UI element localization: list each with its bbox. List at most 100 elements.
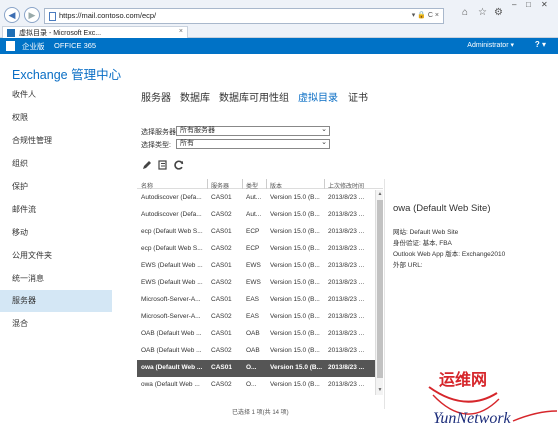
forward-arrow-icon: ▶: [28, 10, 36, 20]
url-text[interactable]: https://mail.contoso.com/ecp/: [59, 11, 156, 20]
details-owa-version: Outlook Web App 版本: Exchange2010: [393, 251, 506, 258]
column-separator: [207, 179, 208, 189]
table-row[interactable]: Microsoft-Server-A... CAS02 EAS Version 15.…: [137, 309, 375, 326]
refresh-icon[interactable]: [173, 159, 185, 171]
table-row[interactable]: owa (Default Web ... CAS02 O... Version 15.…: [137, 377, 375, 394]
cell-server: CAS01: [211, 364, 232, 371]
cell-version: Version 15.0 (B...: [270, 381, 320, 388]
tab-close-icon[interactable]: ×: [179, 28, 183, 35]
table-row[interactable]: owa (Default Web ... CAS01 O... Version 15.…: [137, 360, 375, 377]
maximize-icon[interactable]: □: [526, 0, 531, 9]
selection-status: 已选择 1 项(共 14 项): [232, 410, 289, 416]
type-filter-label: 选择类型:: [141, 142, 171, 149]
nav-item-hybrid[interactable]: 混合: [0, 313, 112, 335]
cell-server: CAS01: [211, 228, 232, 235]
cell-version: Version 15.0 (B...: [270, 364, 323, 371]
scroll-up-arrow-icon[interactable]: ▲: [377, 191, 383, 198]
cell-type: O...: [246, 381, 257, 388]
product-label: OFFICE 365: [54, 41, 97, 50]
cell-version: Version 15.0 (B...: [270, 347, 320, 354]
cell-name: Microsoft-Server-A...: [141, 313, 201, 320]
favorites-icon[interactable]: ☆: [478, 7, 487, 18]
table-row[interactable]: OAB (Default Web ... CAS02 OAB Version 15.0…: [137, 343, 375, 360]
cell-type: Aut...: [246, 194, 262, 201]
cell-server: CAS02: [211, 313, 232, 320]
table-row[interactable]: OAB (Default Web ... CAS01 OAB Version 15.0…: [137, 326, 375, 343]
column-header-name[interactable]: 名称: [141, 181, 153, 190]
table-body: Autodiscover (Defa... CAS01 Aut... Version …: [137, 190, 375, 395]
tab-virtual-directories[interactable]: 虚拟目录: [298, 89, 338, 104]
chevron-down-icon: ⌄: [321, 139, 327, 146]
column-header-server[interactable]: 服务器: [211, 181, 229, 190]
minimize-icon[interactable]: –: [512, 0, 516, 9]
cell-name: EWS (Default Web ...: [141, 262, 203, 269]
table-scrollbar[interactable]: ▲ ▼: [375, 190, 383, 395]
office-logo-icon: [6, 41, 15, 51]
table-row[interactable]: ecp (Default Web S... CAS01 ECP Version 15.…: [137, 224, 375, 241]
column-header-type[interactable]: 类型: [246, 181, 258, 190]
reset-virtual-directory-icon[interactable]: [157, 159, 169, 171]
cell-server: CAS02: [211, 347, 232, 354]
help-menu[interactable]: ? ▾: [535, 40, 546, 49]
cell-type: EWS: [246, 262, 261, 269]
cell-modified: 2013/8/23 ...: [328, 228, 365, 235]
tab-dag[interactable]: 数据库可用性组: [219, 89, 289, 104]
office365-bar: 企业版 OFFICE 365 Administrator ▾ ? ▾: [0, 38, 558, 54]
cell-name: EWS (Default Web ...: [141, 279, 203, 286]
cell-modified: 2013/8/23 ...: [328, 279, 365, 286]
back-button[interactable]: ◀: [4, 7, 20, 23]
type-select[interactable]: 所有 ⌄: [176, 139, 330, 149]
brand-label: 企业版: [22, 42, 45, 51]
column-separator: [242, 179, 243, 189]
cell-type: EWS: [246, 279, 261, 286]
nav-item-organization[interactable]: 组织: [0, 153, 112, 175]
table-row[interactable]: EWS (Default Web ... CAS01 EWS Version 15.0…: [137, 258, 375, 275]
cell-modified: 2013/8/23 ...: [328, 194, 365, 201]
address-tools[interactable]: ▾ 🔒 C ×: [412, 11, 439, 19]
nav-item-recipients[interactable]: 收件人: [0, 84, 112, 106]
close-window-icon[interactable]: ✕: [541, 0, 548, 9]
tab-servers[interactable]: 服务器: [141, 89, 171, 104]
tab-databases[interactable]: 数据库: [180, 89, 210, 104]
settings-gear-icon[interactable]: ⚙: [494, 7, 503, 18]
table-row[interactable]: ecp (Default Web S... CAS02 ECP Version 15.…: [137, 241, 375, 258]
address-bar[interactable]: https://mail.contoso.com/ecp/ ▾ 🔒 C ×: [44, 8, 444, 24]
cell-type: EAS: [246, 313, 260, 320]
nav-item-unified-messaging[interactable]: 统一消息: [0, 268, 112, 290]
user-menu[interactable]: Administrator ▾: [467, 41, 514, 49]
server-select[interactable]: 所有服务器 ⌄: [176, 126, 330, 136]
scroll-thumb[interactable]: [377, 200, 383, 378]
details-authentication: 身份验证: 基本, FBA: [393, 240, 452, 247]
cell-name: Autodiscover (Defa...: [141, 194, 202, 201]
cell-version: Version 15.0 (B...: [270, 279, 320, 286]
nav-item-mail-flow[interactable]: 邮件流: [0, 199, 112, 221]
cell-modified: 2013/8/23 ...: [328, 364, 365, 371]
table-row[interactable]: Autodiscover (Defa... CAS02 Aut... Version …: [137, 207, 375, 224]
cell-version: Version 15.0 (B...: [270, 313, 320, 320]
nav-item-permissions[interactable]: 权限: [0, 107, 112, 129]
table-row[interactable]: Microsoft-Server-A... CAS01 EAS Version 15.…: [137, 292, 375, 309]
nav-item-protection[interactable]: 保护: [0, 176, 112, 198]
home-icon[interactable]: ⌂: [462, 7, 468, 18]
nav-item-compliance[interactable]: 合规性管理: [0, 130, 112, 152]
nav-item-servers[interactable]: 服务器: [0, 290, 112, 312]
scroll-down-arrow-icon[interactable]: ▼: [377, 387, 383, 394]
nav-item-public-folders[interactable]: 公用文件夹: [0, 245, 112, 267]
cell-type: OAB: [246, 330, 260, 337]
forward-button[interactable]: ▶: [24, 7, 40, 23]
table-row[interactable]: EWS (Default Web ... CAS02 EWS Version 15.0…: [137, 275, 375, 292]
cell-type: EAS: [246, 296, 260, 303]
watermark-en-text: YunNetwork: [433, 410, 512, 427]
cell-version: Version 15.0 (B...: [270, 245, 320, 252]
edit-pencil-icon[interactable]: [141, 159, 153, 171]
table-row[interactable]: Autodiscover (Defa... CAS01 Aut... Version …: [137, 190, 375, 207]
tab-certificates[interactable]: 证书: [348, 89, 368, 104]
column-separator: [324, 179, 325, 189]
cell-type: Aut...: [246, 211, 262, 218]
browser-tab[interactable]: 虚拟目录 - Microsoft Exc... ×: [2, 26, 188, 38]
nav-item-mobile[interactable]: 移动: [0, 222, 112, 244]
column-header-modified[interactable]: 上次修改时间: [328, 181, 364, 190]
column-header-version[interactable]: 版本: [270, 181, 282, 190]
cell-server: CAS02: [211, 279, 232, 286]
cell-modified: 2013/8/23 ...: [328, 296, 365, 303]
